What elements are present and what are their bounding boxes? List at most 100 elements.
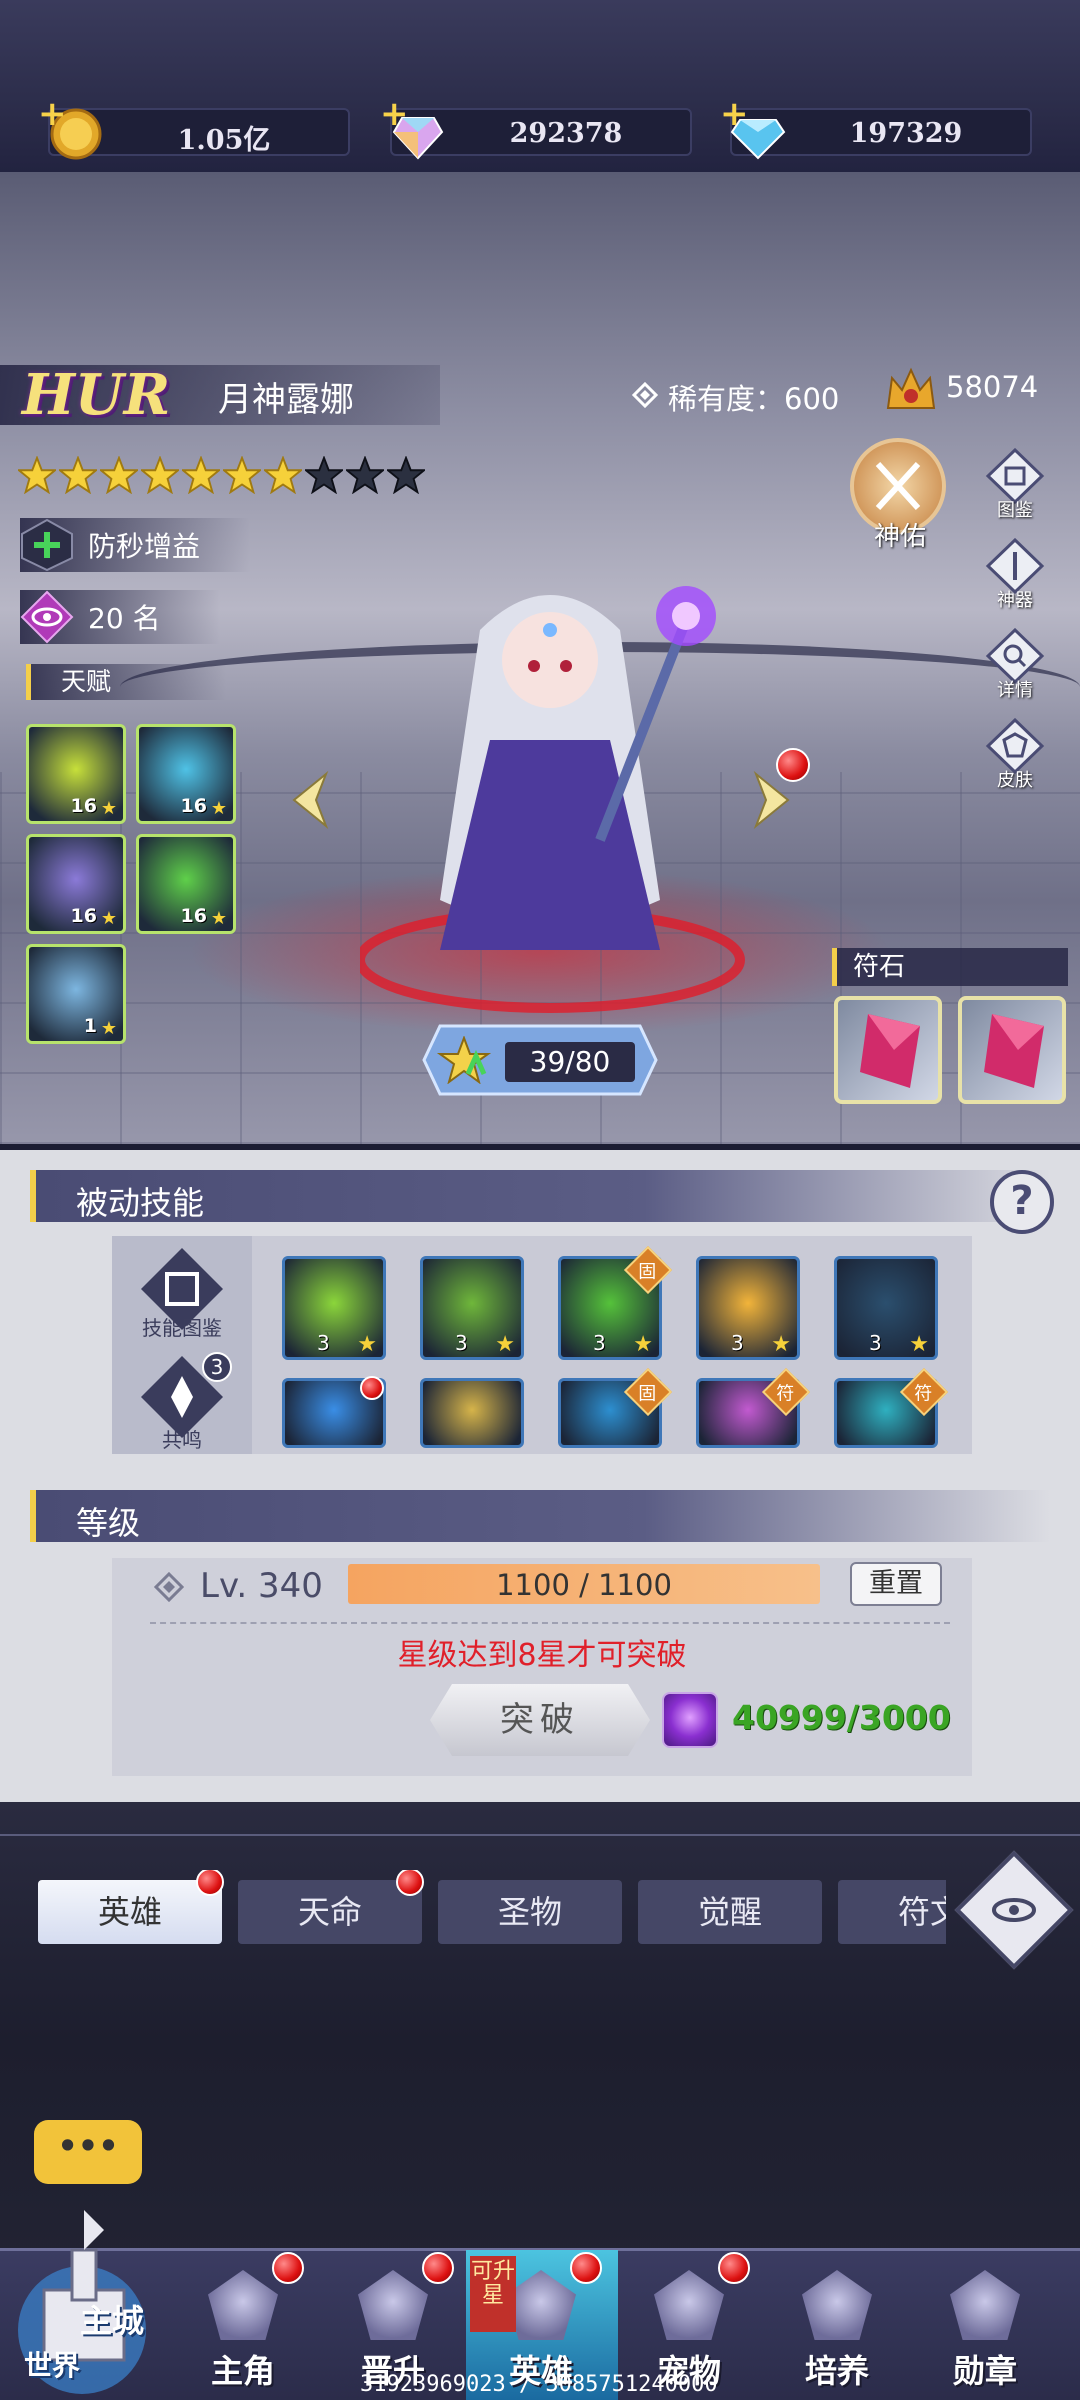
hero-power: 58074 (946, 370, 1039, 404)
passive-skill-slot[interactable]: 3 ★ (420, 1256, 524, 1360)
main-city-label: 主城 (80, 2302, 145, 2340)
next-hero-notification-dot (776, 748, 810, 782)
hero-rarity: 稀有度：600 (668, 382, 840, 416)
passive-skill-slot[interactable]: 3 ★ (282, 1256, 386, 1360)
details-button[interactable]: 详情 (980, 627, 1050, 701)
skill-notification-dot (360, 1376, 384, 1400)
hero-grade-badge: HUR (22, 362, 171, 428)
passive-skill-slot[interactable]: 固 (558, 1367, 673, 1448)
level-progress-text: 1100 / 1100 (496, 1568, 672, 1602)
resonance-label: 共鸣 (162, 1428, 202, 1452)
skill-level: 3 (317, 1331, 330, 1355)
passive-skill-slot[interactable]: 符 (696, 1367, 811, 1448)
talent-star-icon: ★ (210, 908, 227, 929)
tab-4[interactable]: 符文 (838, 1880, 946, 1944)
details-label: 详情 (997, 680, 1033, 701)
promotion-icon (358, 2270, 428, 2340)
star-filled-icon (264, 456, 302, 494)
help-button[interactable]: ? (990, 1170, 1054, 1234)
diamond-currency[interactable]: + 197329 (720, 94, 1032, 160)
star-filled-icon (100, 456, 138, 494)
breakthrough-cost: 40999/3000 (732, 1698, 951, 1737)
category-tabs: 英雄 天命 圣物 觉醒 符文 (0, 1870, 946, 1960)
level-divider (150, 1622, 950, 1624)
hero-character-sprite[interactable] (360, 520, 760, 1020)
add-crystal-icon[interactable]: + (380, 94, 409, 134)
add-gold-icon[interactable]: + (38, 94, 67, 134)
talent-slot[interactable]: 16 ★ (136, 834, 236, 934)
nav-item-5[interactable]: 勋章 (910, 2248, 1060, 2400)
skill-star-icon: ★ (357, 1332, 377, 1357)
star-filled-icon (59, 456, 97, 494)
hero-level: Lv. 340 (200, 1566, 323, 1606)
crystal-currency[interactable]: + 292378 (380, 94, 692, 160)
artifact-label: 神器 (997, 590, 1033, 611)
level-diamond-icon (154, 1572, 184, 1602)
passive-skill-slot[interactable]: 3 ★ 固 (558, 1245, 673, 1360)
reset-button[interactable]: 重置 (850, 1562, 942, 1606)
talent-level: 16 (70, 905, 97, 927)
skill-star-icon: ★ (909, 1332, 929, 1357)
skill-star-icon: ★ (495, 1332, 515, 1357)
skill-level: 3 (869, 1331, 882, 1355)
gold-currency[interactable]: + 1.05亿 (38, 94, 350, 160)
star-filled-icon (182, 456, 220, 494)
talent-star-icon: ★ (100, 908, 117, 929)
hero-name: 月神露娜 (218, 380, 354, 420)
prev-hero-arrow-icon[interactable] (286, 770, 342, 830)
talent-slot[interactable]: 16 ★ (26, 724, 126, 824)
debug-counter: 31923969023 / 3085751240000 (360, 2372, 718, 2397)
codex-label: 图鉴 (997, 500, 1033, 521)
talent-level: 16 (180, 905, 207, 927)
nav-label: 培养 (804, 2352, 869, 2390)
buff-tag[interactable]: 防秒增益 (20, 518, 250, 572)
talent-section-label: 天赋 (26, 664, 226, 700)
resonance-count: 3 (202, 1352, 232, 1382)
pet-icon (654, 2270, 724, 2340)
chat-button[interactable]: ••• (34, 2120, 142, 2184)
artifact-button[interactable]: 神器 (980, 537, 1050, 611)
skill-codex-label: 技能图鉴 (142, 1316, 222, 1340)
tab-2[interactable]: 圣物 (438, 1880, 622, 1944)
nav-item-4[interactable]: 培养 (762, 2248, 912, 2400)
cultivate-icon (802, 2270, 872, 2340)
rank-tag[interactable]: 20 名 (20, 590, 220, 644)
passive-skill-slot[interactable]: 3 ★ (834, 1256, 938, 1360)
passive-skill-slot[interactable]: 3 ★ (696, 1256, 800, 1360)
can-upgrade-ribbon: 可升星 (470, 2256, 516, 2332)
codex-button[interactable]: 图鉴 (980, 447, 1050, 521)
talent-star-icon: ★ (100, 1018, 117, 1039)
rune-slot[interactable] (958, 996, 1066, 1104)
talent-slot[interactable]: 16 ★ (136, 724, 236, 824)
eye-menu-icon (992, 1898, 1036, 1922)
star-filled-icon (223, 456, 261, 494)
nav-notification-dot (718, 2252, 750, 2284)
breakthrough-button[interactable]: 突破 (430, 1684, 650, 1756)
tab-0[interactable]: 英雄 (38, 1880, 222, 1944)
star-filled-icon (141, 456, 179, 494)
diamond-amount: 197329 (849, 118, 963, 149)
rune-slot[interactable] (834, 996, 942, 1104)
passive-skills-title: 被动技能 (76, 1184, 205, 1222)
nav-notification-dot (272, 2252, 304, 2284)
nav-label: 主角 (210, 2352, 275, 2390)
level-header: 等级 (30, 1490, 1050, 1542)
blessing-label: 神佑 (873, 522, 926, 552)
talent-slot[interactable]: 1 ★ (26, 944, 126, 1044)
medal-icon (950, 2270, 1020, 2340)
tab-1[interactable]: 天命 (238, 1880, 422, 1944)
passive-skill-slot[interactable]: 符 (834, 1367, 949, 1448)
passive-skills-header: 被动技能 (30, 1170, 1050, 1222)
talent-level: 1 (83, 1015, 97, 1037)
passive-skill-slot[interactable] (420, 1378, 524, 1448)
talent-level: 16 (70, 795, 97, 817)
star-exp-text: 39/80 (505, 1042, 635, 1082)
tab-3[interactable]: 觉醒 (638, 1880, 822, 1944)
add-diamond-icon[interactable]: + (720, 94, 749, 134)
skin-button[interactable]: 皮肤 (980, 717, 1050, 791)
red-rune-icon (860, 1014, 920, 1088)
talent-slot[interactable]: 16 ★ (26, 834, 126, 934)
breakthrough-requirement: 星级达到8星才可突破 (397, 1638, 687, 1673)
nav-label: 勋章 (952, 2352, 1017, 2390)
star-empty-icon (305, 456, 343, 494)
